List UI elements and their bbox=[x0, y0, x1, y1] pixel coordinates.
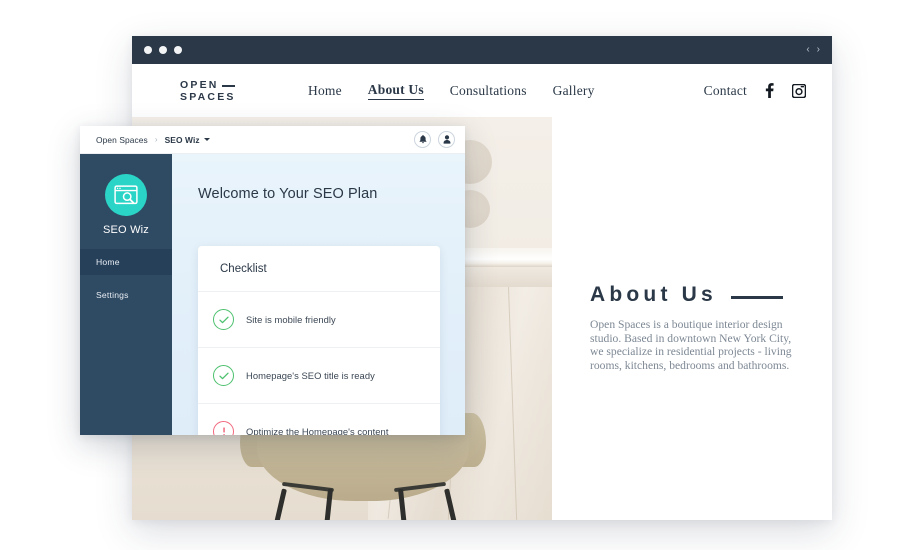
breadcrumb-current[interactable]: SEO Wiz bbox=[165, 135, 210, 145]
nav-item-consultations[interactable]: Consultations bbox=[450, 83, 527, 99]
site-logo-line2: SPACES bbox=[180, 90, 236, 103]
back-arrow-icon[interactable]: ‹ bbox=[806, 45, 809, 55]
checklist-item-label: Optimize the Homepage's content bbox=[246, 426, 389, 435]
close-window-button[interactable] bbox=[144, 46, 152, 54]
browser-titlebar: ‹ › bbox=[132, 36, 832, 64]
seo-wiz-logo bbox=[105, 174, 147, 216]
primary-nav: Home About Us Consultations Gallery bbox=[308, 82, 595, 100]
account-button[interactable] bbox=[438, 131, 455, 148]
checklist-item[interactable]: Homepage's SEO title is ready bbox=[198, 348, 440, 404]
minimize-window-button[interactable] bbox=[159, 46, 167, 54]
checklist-item[interactable]: Optimize the Homepage's content bbox=[198, 404, 440, 435]
breadcrumb: Open Spaces › SEO Wiz bbox=[96, 135, 210, 145]
exclamation-circle-icon bbox=[213, 421, 234, 435]
secondary-nav: Contact bbox=[704, 83, 806, 99]
logo-dash-icon bbox=[221, 85, 235, 87]
page-title: About Us bbox=[590, 283, 717, 306]
checklist-item-label: Homepage's SEO title is ready bbox=[246, 370, 375, 381]
check-circle-icon bbox=[213, 365, 234, 386]
seo-main-content: Welcome to Your SEO Plan Checklist Site … bbox=[172, 154, 465, 435]
nav-item-gallery[interactable]: Gallery bbox=[553, 83, 595, 99]
nav-item-about-us[interactable]: About Us bbox=[367, 82, 424, 100]
site-logo-line1: OPEN bbox=[180, 78, 219, 91]
screenshot-canvas: ‹ › OPEN SPACES Home About Us Consultati… bbox=[0, 0, 924, 550]
seo-topbar: Open Spaces › SEO Wiz bbox=[80, 126, 465, 154]
site-navigation-bar: OPEN SPACES Home About Us Consultations … bbox=[132, 64, 832, 117]
breadcrumb-current-label: SEO Wiz bbox=[164, 134, 200, 145]
checklist-card-title: Checklist bbox=[198, 246, 440, 292]
nav-item-home[interactable]: Home bbox=[308, 83, 342, 99]
user-icon bbox=[443, 135, 450, 144]
notifications-button[interactable] bbox=[414, 131, 431, 148]
seo-wiz-browser-search-icon bbox=[114, 184, 138, 204]
welcome-heading: Welcome to Your SEO Plan bbox=[198, 186, 378, 202]
breadcrumb-separator-icon: › bbox=[154, 135, 158, 144]
seo-wiz-panel: Open Spaces › SEO Wiz SEO Wiz Home Setti… bbox=[80, 126, 465, 435]
topbar-actions bbox=[414, 131, 455, 148]
sidebar-item-settings-label: Settings bbox=[96, 290, 129, 300]
chevron-down-icon[interactable] bbox=[203, 138, 210, 141]
sidebar-item-settings[interactable]: Settings bbox=[80, 282, 172, 308]
maximize-window-button[interactable] bbox=[174, 46, 182, 54]
check-circle-icon bbox=[213, 309, 234, 330]
checklist-item[interactable]: Site is mobile friendly bbox=[198, 292, 440, 348]
forward-arrow-icon[interactable]: › bbox=[817, 45, 820, 55]
about-section: About Us Open Spaces is a boutique inter… bbox=[552, 117, 832, 520]
sidebar-item-home-label: Home bbox=[96, 257, 120, 267]
sidebar-item-home[interactable]: Home bbox=[80, 249, 172, 275]
title-rule bbox=[730, 295, 783, 299]
checklist-card: Checklist Site is mobile friendly Homepa… bbox=[198, 246, 440, 435]
instagram-icon[interactable] bbox=[792, 83, 806, 98]
breadcrumb-root[interactable]: Open Spaces bbox=[96, 135, 148, 145]
window-controls[interactable] bbox=[144, 46, 182, 54]
nav-item-contact[interactable]: Contact bbox=[704, 83, 747, 99]
browser-history-nav[interactable]: ‹ › bbox=[806, 45, 820, 55]
seo-sidebar: SEO Wiz Home Settings bbox=[80, 154, 172, 435]
about-heading-row: About Us bbox=[590, 283, 783, 307]
checklist-item-label: Site is mobile friendly bbox=[246, 314, 336, 325]
about-body-text: Open Spaces is a boutique interior desig… bbox=[590, 318, 792, 372]
facebook-icon[interactable] bbox=[764, 83, 775, 98]
seo-wiz-app-name: SEO Wiz bbox=[102, 224, 149, 236]
bell-icon bbox=[419, 135, 426, 144]
site-logo[interactable]: OPEN SPACES bbox=[180, 79, 290, 103]
